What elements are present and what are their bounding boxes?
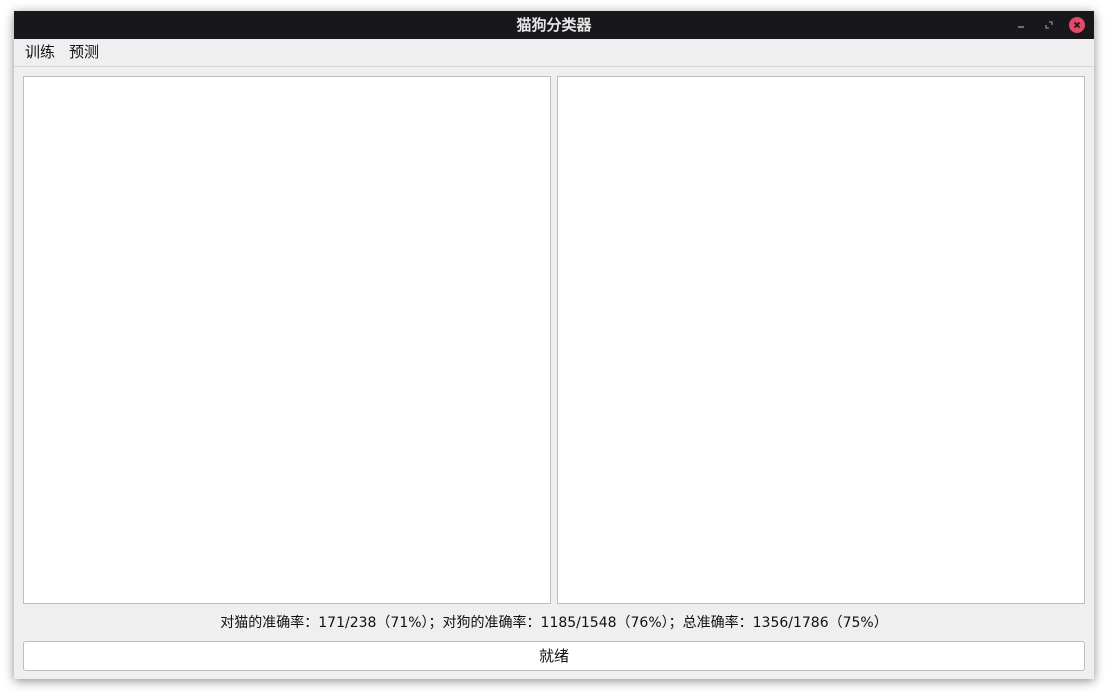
menu-predict[interactable]: 预测 [67, 39, 101, 66]
accuracy-stats: 对猫的准确率：171/238（71%）；对狗的准确率：1185/1548（76%… [220, 615, 888, 631]
menu-bar: 训练 预测 [14, 39, 1094, 67]
maximize-icon [1045, 21, 1053, 29]
minimize-button[interactable] [1013, 17, 1029, 33]
left-image-panel [23, 76, 551, 604]
minimize-icon [1018, 26, 1024, 28]
close-button[interactable] [1069, 17, 1085, 33]
maximize-button[interactable] [1041, 17, 1057, 33]
status-button[interactable]: 就绪 [23, 641, 1085, 671]
close-icon [1073, 21, 1081, 29]
title-bar[interactable]: 猫狗分类器 [14, 11, 1094, 39]
menu-train[interactable]: 训练 [23, 39, 57, 66]
window-title: 猫狗分类器 [516, 16, 592, 34]
app-window: 猫狗分类器 训练 预测 对猫的准确率：171/238（71%）；对狗的准确率：1… [14, 11, 1094, 679]
right-image-panel [557, 76, 1085, 604]
